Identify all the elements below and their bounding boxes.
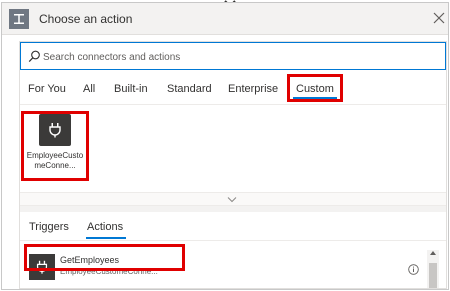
- action-icon: [9, 9, 29, 29]
- chevron-down-icon: [227, 197, 237, 203]
- scroll-up-icon[interactable]: [430, 250, 436, 255]
- scroll-thumb[interactable]: [429, 263, 437, 288]
- tab-selected-indicator: [293, 97, 337, 99]
- expand-bar[interactable]: [20, 192, 446, 206]
- action-list-scrollbar[interactable]: [427, 250, 439, 288]
- dialog-header: Choose an action: [2, 3, 448, 35]
- choose-action-dialog: Choose an action For You All Built-in St…: [1, 2, 449, 290]
- search-input[interactable]: [43, 49, 423, 65]
- tab-built-in[interactable]: Built-in: [114, 82, 148, 96]
- action-list: GetEmployees EmployeeCustomeConne...: [20, 240, 446, 288]
- info-icon[interactable]: [408, 264, 419, 275]
- dialog-content: For You All Built-in Standard Enterprise…: [19, 41, 447, 289]
- action-highlight: [24, 244, 185, 271]
- close-icon[interactable]: [433, 12, 445, 24]
- connector-list: EmployeeCustomeConne...: [20, 104, 446, 192]
- dialog-title: Choose an action: [39, 12, 133, 26]
- tab-triggers[interactable]: Triggers: [29, 221, 69, 233]
- tab-for-you[interactable]: For You: [28, 82, 66, 96]
- search-icon: [28, 50, 40, 63]
- tab-all[interactable]: All: [83, 82, 95, 96]
- search-box[interactable]: [20, 42, 446, 70]
- trigger-action-tabs: Triggers Actions: [20, 212, 446, 240]
- category-tabs: For You All Built-in Standard Enterprise…: [20, 82, 446, 104]
- tab-actions[interactable]: Actions: [87, 221, 123, 233]
- sub-tab-selected-indicator: [86, 237, 126, 239]
- tab-standard[interactable]: Standard: [167, 82, 212, 96]
- connector-highlight: [21, 111, 89, 181]
- tab-enterprise[interactable]: Enterprise: [228, 82, 278, 96]
